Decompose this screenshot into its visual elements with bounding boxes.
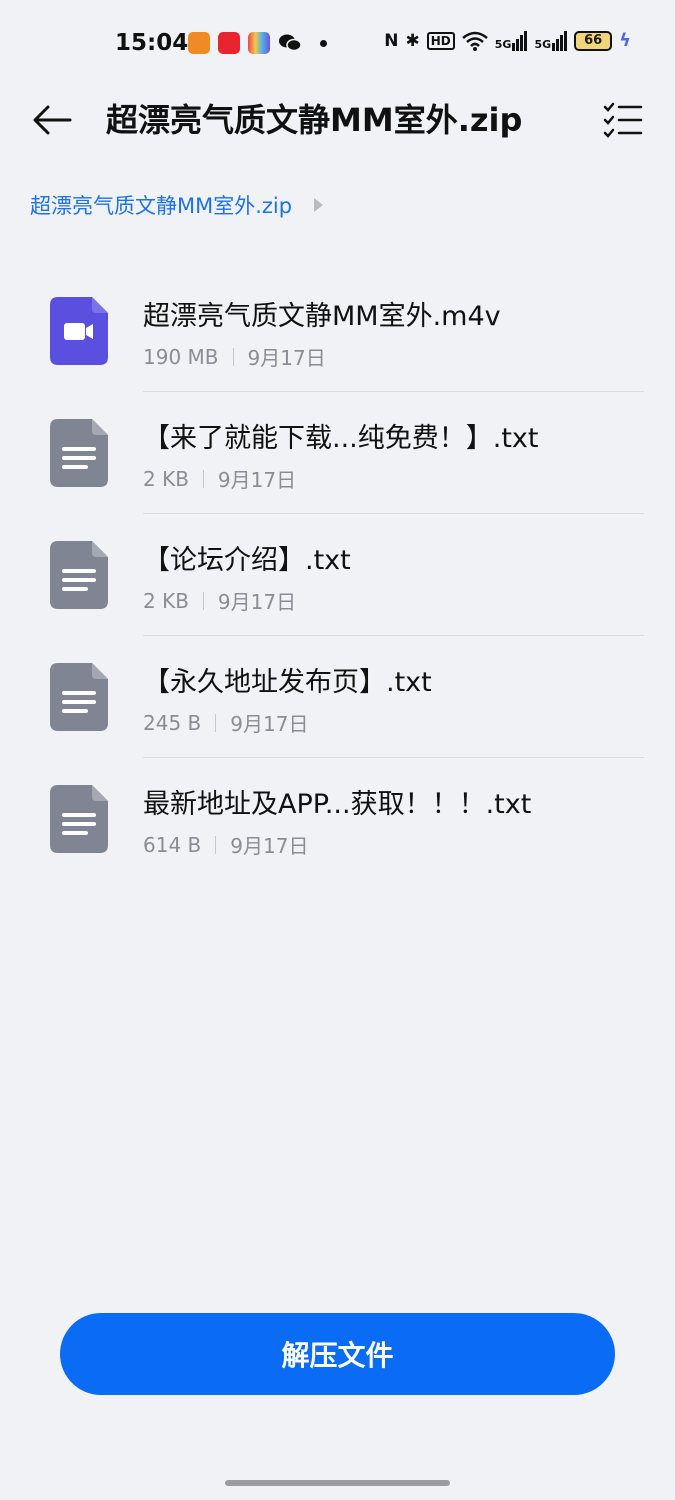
more-notifications-dot-icon: [320, 39, 327, 47]
multi-select-button[interactable]: [601, 98, 645, 142]
breadcrumb: 超漂亮气质文静MM室外.zip: [30, 190, 324, 220]
file-size: 2 KB: [143, 588, 189, 613]
file-name: 【永久地址发布页】.txt: [143, 667, 432, 698]
file-date: 9月17日: [247, 346, 326, 370]
file-meta: 614 B 9月17日: [143, 830, 308, 859]
file-name: 【来了就能下载...纯免费！】.txt: [143, 423, 539, 454]
wifi-icon: [461, 31, 488, 51]
signal-icon: 5G: [534, 30, 568, 51]
file-list: 超漂亮气质文静MM室外.m4v 190 MB 9月17日 【来了就能下载...纯…: [0, 270, 675, 880]
app-notification-icon: [248, 32, 270, 54]
home-indicator[interactable]: [225, 1480, 450, 1486]
file-date: 9月17日: [230, 712, 309, 736]
bluetooth-icon: ✱: [405, 30, 420, 51]
breadcrumb-chevron-icon: [314, 198, 324, 212]
file-meta: 245 B 9月17日: [143, 708, 308, 737]
archive-viewer-screen: 15:04 N ✱ HD 5G 5G 66 ϟ 超漂亮气质文静MM室外.zip …: [0, 0, 675, 1500]
back-button[interactable]: [30, 98, 74, 142]
app-notification-icon: [188, 32, 210, 54]
battery-icon: 66: [574, 30, 613, 51]
system-status-icons: N ✱ HD 5G 5G 66 ϟ: [384, 30, 631, 51]
file-date: 9月17日: [217, 590, 297, 614]
file-size: 245 B: [143, 710, 202, 735]
text-file-icon: [50, 663, 108, 731]
extract-files-button[interactable]: 解压文件: [60, 1313, 615, 1395]
page-title: 超漂亮气质文静MM室外.zip: [106, 101, 523, 139]
file-date: 9月17日: [230, 834, 309, 858]
text-file-icon: [50, 541, 108, 609]
app-bar: 超漂亮气质文静MM室外.zip: [0, 90, 675, 150]
meta-divider: [215, 835, 217, 854]
file-row[interactable]: 【论坛介绍】.txt 2 KB 9月17日: [0, 514, 675, 636]
file-date: 9月17日: [217, 468, 297, 492]
breadcrumb-item-archive[interactable]: 超漂亮气质文静MM室外.zip: [30, 190, 292, 220]
video-file-icon: [50, 297, 108, 365]
meta-divider: [232, 347, 234, 366]
text-file-icon: [50, 419, 108, 487]
charging-icon: ϟ: [619, 30, 631, 51]
file-meta: 2 KB 9月17日: [143, 586, 296, 615]
status-bar: 15:04 N ✱ HD 5G 5G 66 ϟ: [0, 0, 675, 90]
hd-voice-icon: HD: [426, 31, 455, 50]
file-row[interactable]: 最新地址及APP...获取！！！.txt 614 B 9月17日: [0, 758, 675, 880]
file-meta: 190 MB 9月17日: [143, 342, 326, 371]
file-name: 最新地址及APP...获取！！！.txt: [143, 789, 532, 820]
file-row[interactable]: 【永久地址发布页】.txt 245 B 9月17日: [0, 636, 675, 758]
notification-apps: [188, 32, 327, 54]
back-arrow-icon: [33, 105, 72, 135]
checklist-icon: [603, 102, 643, 138]
file-size: 614 B: [143, 832, 202, 857]
status-time: 15:04: [115, 30, 189, 56]
wechat-icon: [279, 34, 302, 52]
file-size: 2 KB: [143, 466, 189, 491]
file-name: 超漂亮气质文静MM室外.m4v: [143, 301, 501, 332]
nfc-icon: N: [384, 30, 399, 51]
app-notification-icon: [218, 32, 240, 54]
meta-divider: [202, 591, 204, 610]
meta-divider: [202, 469, 204, 488]
meta-divider: [215, 713, 217, 732]
file-row[interactable]: 超漂亮气质文静MM室外.m4v 190 MB 9月17日: [0, 270, 675, 392]
text-file-icon: [50, 785, 108, 853]
signal-icon: 5G: [495, 30, 528, 51]
file-size: 190 MB: [143, 344, 219, 369]
file-name: 【论坛介绍】.txt: [143, 545, 351, 576]
file-row[interactable]: 【来了就能下载...纯免费！】.txt 2 KB 9月17日: [0, 392, 675, 514]
file-meta: 2 KB 9月17日: [143, 464, 296, 493]
